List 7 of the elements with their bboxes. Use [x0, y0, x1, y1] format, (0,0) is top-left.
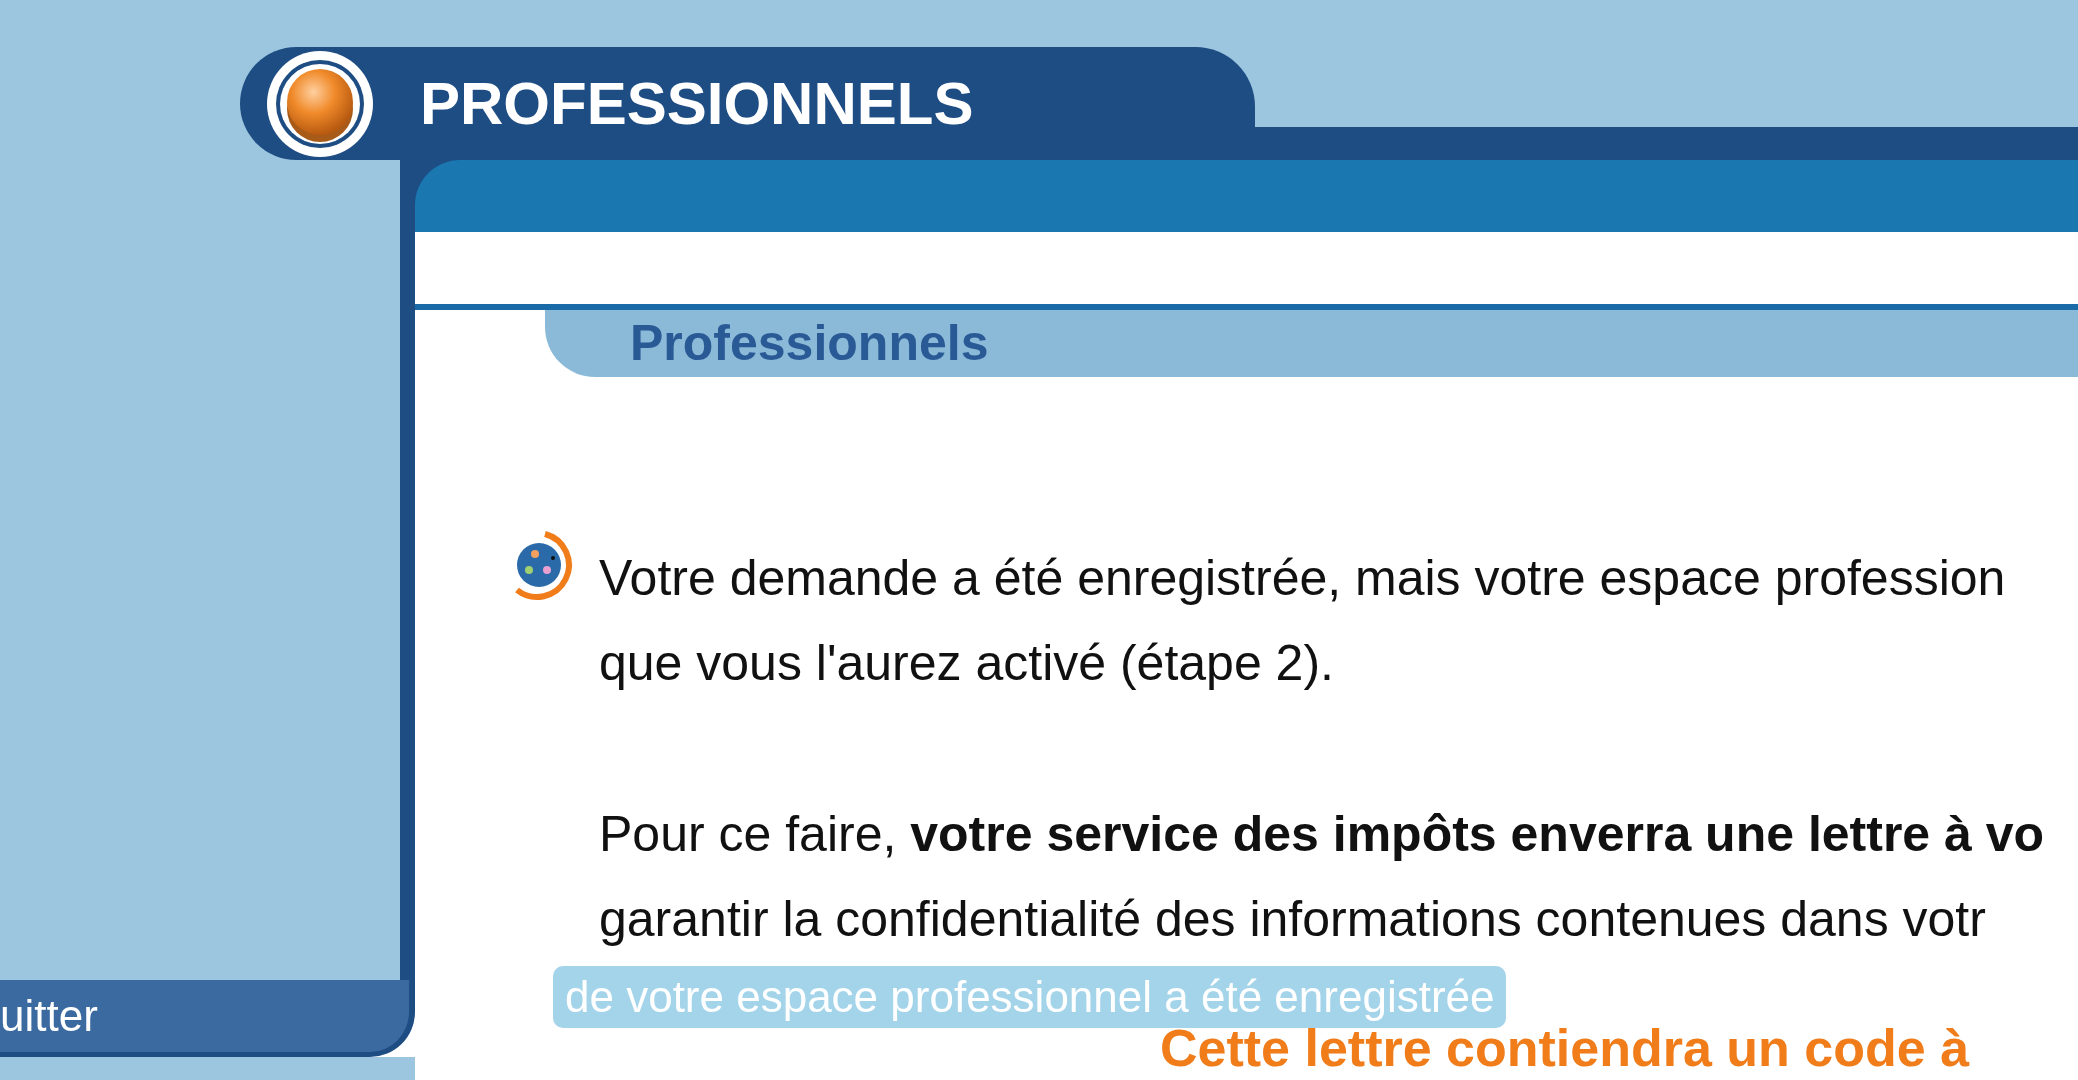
header-title: PROFESSIONNELS: [420, 73, 974, 134]
paragraph-text: Votre demande a été enregistrée, mais votre espace profession que vous l'aurez activé (étape 2).: [599, 549, 2007, 693]
paragraph-text: Pour ce faire, votre service des impôts enverra une lettre à vo garantir la confidentialité des informations contenues dans votr: [599, 805, 2045, 949]
section-heading: Professionnels: [545, 310, 2078, 377]
subtitle-caption: de votre espace professionnel a été enregistrée: [553, 966, 1507, 1028]
notice-text: Cette lettre contiendra un code à: [1160, 1026, 1971, 1070]
quit-link[interactable]: uitter: [0, 980, 415, 1057]
